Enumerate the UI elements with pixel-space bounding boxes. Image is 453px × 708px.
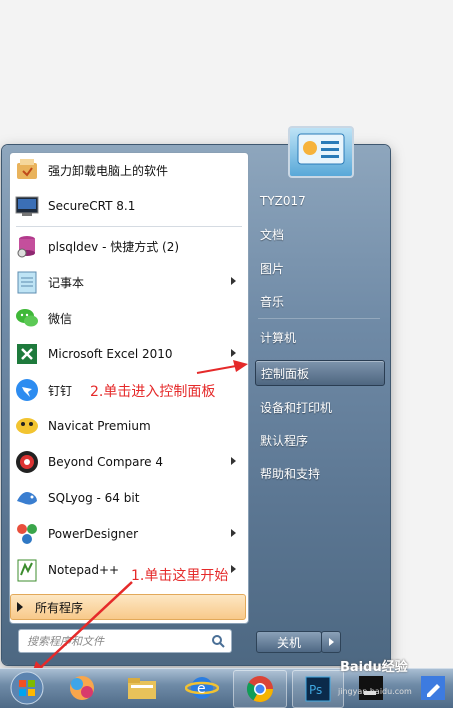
chrome-icon <box>246 676 274 703</box>
taskbar-app-editor[interactable] <box>414 670 452 706</box>
photoshop-icon: Ps <box>305 676 331 702</box>
taskbar-app-colorful[interactable] <box>56 670 108 706</box>
arrow-to-control-panel <box>196 365 237 374</box>
arrow-to-start <box>39 581 133 669</box>
start-button[interactable] <box>2 670 52 706</box>
svg-text:Ps: Ps <box>309 683 322 697</box>
windows-logo-icon <box>10 671 44 705</box>
watermark: Baidu经验 <box>340 660 408 675</box>
folder-icon <box>128 678 156 699</box>
desktop: 强力卸载电脑上的软件 SecureCRT 8.1 plsqldev - 快捷方式… <box>0 0 453 708</box>
taskbar-app-explorer[interactable] <box>116 670 168 706</box>
taskbar-app-chrome[interactable] <box>233 670 287 708</box>
taskbar-app-ie[interactable]: e <box>176 670 228 706</box>
internet-explorer-icon: e <box>185 677 219 699</box>
arrow-head-icon <box>233 360 248 372</box>
colorful-app-icon <box>70 676 94 700</box>
taskbar-app-photoshop[interactable]: Ps <box>292 670 344 708</box>
annotation-arrows <box>31 360 248 677</box>
pencil-icon <box>421 676 445 700</box>
watermark-url: jingyan.baidu.com <box>338 687 412 696</box>
svg-text:e: e <box>197 681 206 697</box>
